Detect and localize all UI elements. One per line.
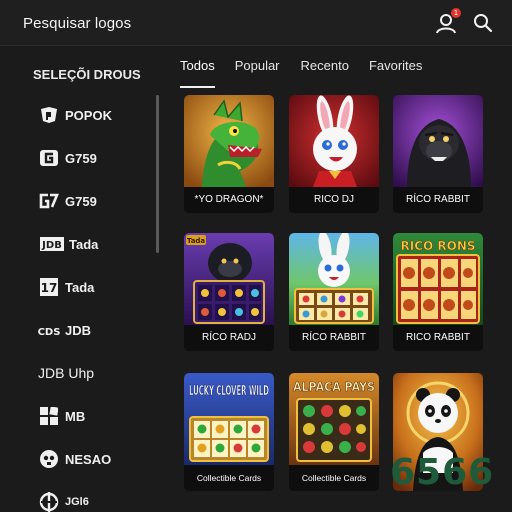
sidebar-title: SELEÇÕI DROUS	[33, 67, 141, 82]
notification-badge: 1	[451, 8, 461, 18]
sidebar-item-jgl6[interactable]: JGl6	[38, 487, 158, 512]
svg-text:LUCKY CLOVER WILD: LUCKY CLOVER WILD	[189, 384, 269, 399]
svg-text:Tada: Tada	[187, 237, 206, 245]
dragon-art-image	[184, 95, 274, 187]
sidebar-item-label: JDB	[65, 322, 92, 338]
game-title: RICO RABBIT	[393, 325, 483, 351]
alpaca-art-image: ALPACA PAYS	[289, 373, 379, 465]
rabbit-art-image	[289, 95, 379, 187]
popok-logo-icon	[38, 104, 60, 126]
sidebar-item-g759[interactable]: G759	[38, 143, 158, 173]
game-card-rico-rabbit-slots[interactable]: RÍCO RABBIT	[289, 233, 379, 351]
g-logo-icon	[38, 147, 60, 169]
rico-rons-art-image: RICO RONS	[393, 233, 483, 325]
mb-logo-icon	[38, 405, 60, 427]
game-card-rico-dj[interactable]: RICO DJ	[289, 95, 379, 213]
watermark-text: 6566	[390, 452, 495, 493]
sidebar-item-nesao[interactable]: NESAO	[38, 444, 158, 474]
category-tabs: Todos Popular Recento Favorites	[180, 58, 442, 88]
sidebar-item-jdb[interactable]: CDS JDB	[38, 315, 158, 345]
search-button[interactable]	[470, 10, 496, 36]
gorilla-slots-art-image: Tada	[184, 233, 274, 325]
search-icon	[474, 14, 493, 33]
search-logos-label[interactable]: Pesquisar logos	[23, 15, 131, 32]
svg-text:RICO RONS: RICO RONS	[400, 239, 475, 253]
sidebar-item-label: JGl6	[65, 496, 89, 508]
sidebar-item-g759-alt[interactable]: G759	[38, 186, 158, 216]
game-title: RÍCO RABBIT	[393, 187, 483, 213]
sidebar-item-popok[interactable]: POPOK	[38, 100, 158, 130]
svg-text:17: 17	[41, 281, 58, 295]
sidebar-item-label: MB	[65, 408, 86, 424]
game-title: *YO DRAGON*	[184, 187, 274, 213]
tada-logo-icon: 17	[38, 276, 60, 298]
svg-text:ALPACA PAYS: ALPACA PAYS	[293, 380, 375, 394]
top-bar: Pesquisar logos 1	[0, 0, 512, 46]
game-card-rico-rabbit[interactable]: RÍCO RABBIT	[393, 95, 483, 213]
sidebar-item-jdb-uhp[interactable]: JDB Uhp	[38, 358, 158, 388]
sidebar-item-label: JDB Uhp	[38, 365, 95, 381]
sidebar-item-mb[interactable]: MB	[38, 401, 158, 431]
gorilla-art-image	[393, 95, 483, 187]
sidebar-scrollbar[interactable]	[156, 95, 159, 253]
sidebar-item-tada[interactable]: JDB Tada	[40, 229, 160, 259]
game-title: RÍCO RADJ	[184, 325, 274, 351]
sidebar-item-label: G759	[65, 193, 97, 209]
tab-favorites[interactable]: Favorites	[369, 58, 422, 88]
cq-logo-icon: CDS	[38, 319, 60, 341]
sidebar-item-label: POPOK	[65, 107, 112, 123]
sidebar-item-label: Tada	[65, 279, 95, 295]
skull-logo-icon	[38, 448, 60, 470]
game-card-alpaca-pays[interactable]: ALPACA PAYS Collectible Cards	[289, 373, 379, 491]
game-title: RICO DJ	[289, 187, 379, 213]
provider-sidebar: SELEÇÕI DROUS POPOK G759 G759 JDB Tada 1…	[0, 47, 160, 512]
tab-popular[interactable]: Popular	[235, 58, 280, 88]
tab-todos[interactable]: Todos	[180, 58, 215, 88]
svg-text:JDB: JDB	[41, 240, 62, 251]
game-title: RÍCO RABBIT	[289, 325, 379, 351]
svg-text:CDS: CDS	[38, 327, 60, 337]
rabbit-slots-art-image	[289, 233, 379, 325]
game-card-rico-rons[interactable]: RICO RONS RICO RABBIT	[393, 233, 483, 351]
user-account-button[interactable]: 1	[433, 8, 461, 36]
tab-recento[interactable]: Recento	[301, 58, 349, 88]
lucky-clover-art-image: LUCKY CLOVER WILD	[184, 373, 274, 465]
g7-logo-icon	[38, 190, 60, 212]
sidebar-item-label: NESAO	[65, 451, 112, 467]
sidebar-item-tada-alt[interactable]: 17 Tada	[38, 272, 158, 302]
game-title: Collectible Cards	[184, 465, 274, 491]
game-card-rico-radj[interactable]: Tada RÍCO RADJ	[184, 233, 274, 351]
game-card-lucky-clover-wild[interactable]: LUCKY CLOVER WILD Collectible Cards	[184, 373, 274, 491]
jg-logo-icon	[38, 491, 60, 512]
jdb-logo-icon: JDB	[40, 233, 64, 255]
sidebar-item-label: G759	[65, 150, 97, 166]
game-card-yo-dragon[interactable]: *YO DRAGON*	[184, 95, 274, 213]
game-title: Collectible Cards	[289, 465, 379, 491]
sidebar-item-label: Tada	[69, 236, 99, 252]
